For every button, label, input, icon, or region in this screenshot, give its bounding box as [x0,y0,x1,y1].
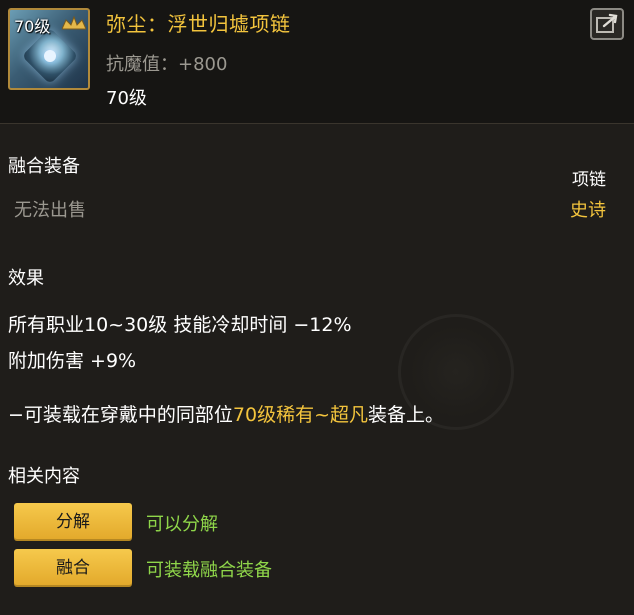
effect-line: 附加伤害 +9% [8,350,137,372]
share-icon [596,13,618,33]
effect-label: 效果 [8,268,44,289]
item-header: 70级 弥尘：浮世归墟项链 抗魔值：+800 70级 [0,0,634,124]
item-stat: 抗魔值：+800 [106,54,228,75]
crown-icon [62,16,86,30]
fusion-button[interactable]: 融合 [14,549,132,587]
disassemble-description: 可以分解 [146,514,218,535]
necklace-icon: 70级 [8,8,90,90]
fusion-equipment-label: 融合装备 [8,156,80,177]
level-badge: 70级 [14,17,51,36]
item-title: 弥尘：浮世归墟项链 [106,12,291,36]
fusion-description: 可装载融合装备 [146,560,272,581]
share-button[interactable] [590,8,624,40]
sale-status: 无法出售 [14,200,86,221]
effect-line: 所有职业10~30级 技能冷却时间 −12% [8,314,352,336]
disassemble-button[interactable]: 分解 [14,503,132,541]
slot-type: 项链 [572,170,606,190]
equip-note-highlight: 70级稀有~超凡 [232,404,369,426]
equip-note: −可装载在穿戴中的同部位70级稀有~超凡装备上。 [8,404,445,426]
rarity-label: 史诗 [570,200,606,221]
item-level: 70级 [106,88,147,109]
related-content-label: 相关内容 [8,466,80,487]
